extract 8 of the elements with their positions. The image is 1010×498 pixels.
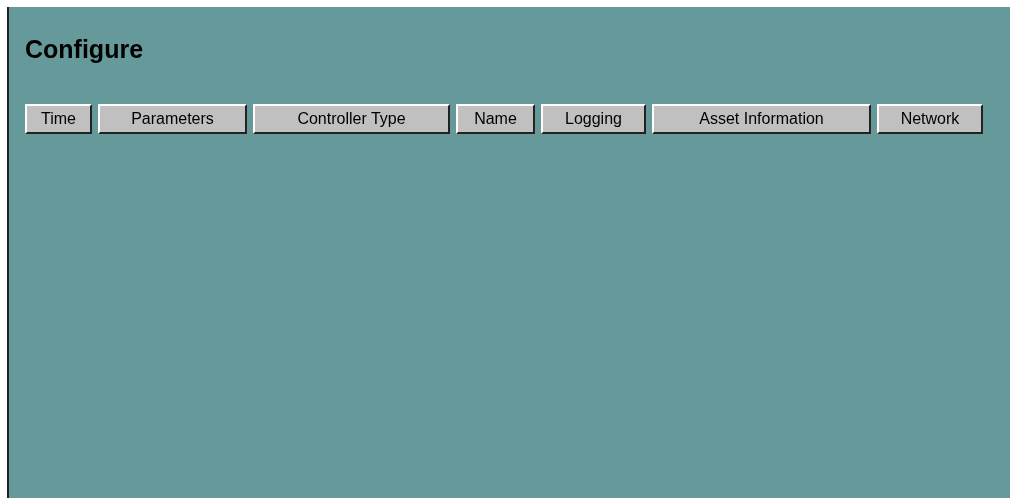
nav-button[interactable]: Parameters (98, 104, 247, 134)
nav-button[interactable]: Controller Type (253, 104, 450, 134)
nav-button[interactable]: Asset Information (652, 104, 871, 134)
page-title: Configure (25, 34, 144, 65)
nav-button[interactable]: Name (456, 104, 535, 134)
nav-button[interactable]: Logging (541, 104, 646, 134)
nav-button[interactable]: Network (877, 104, 983, 134)
nav-button[interactable]: Time (25, 104, 92, 134)
